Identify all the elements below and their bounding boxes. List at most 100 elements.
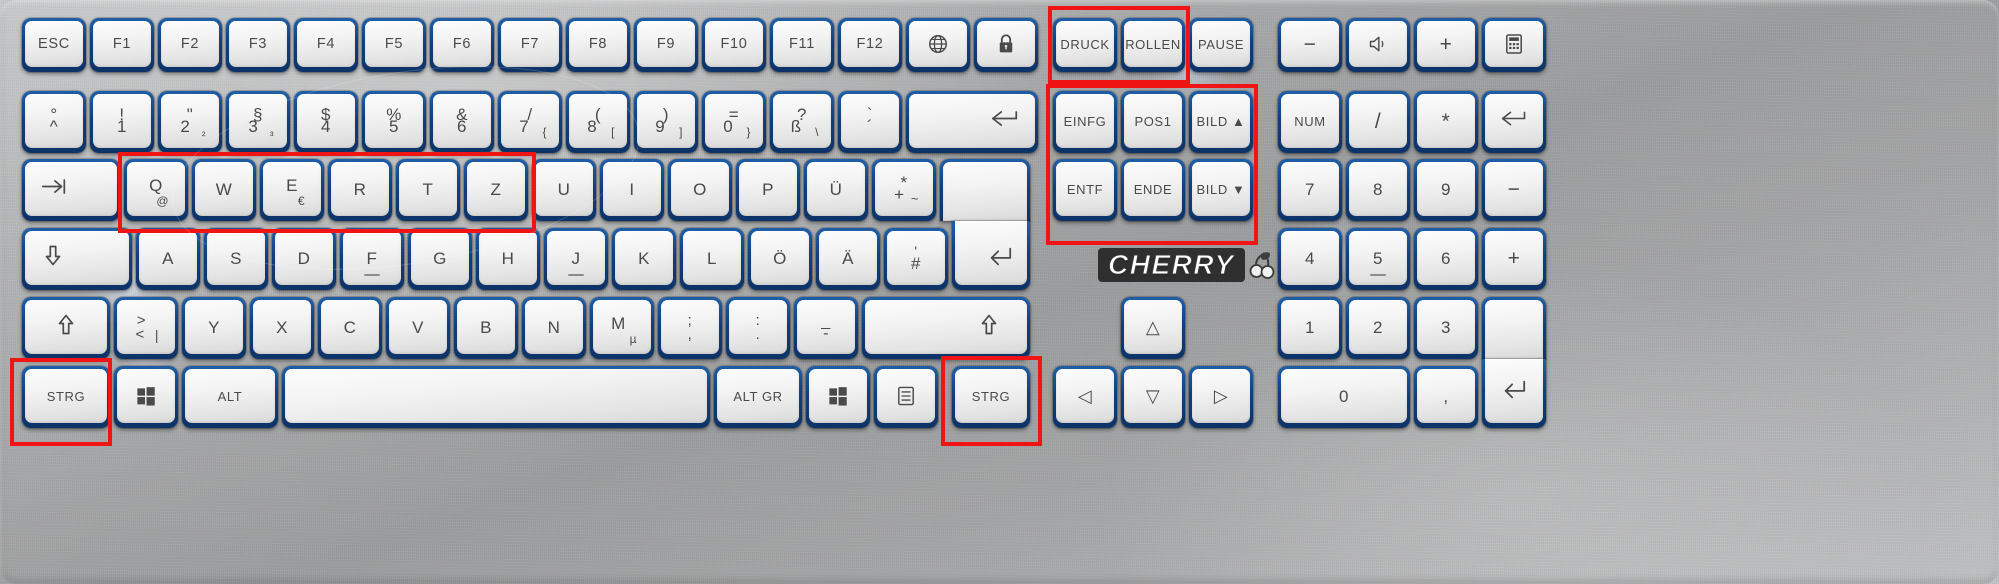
key-ende[interactable]: ENDE bbox=[1121, 159, 1185, 221]
key-arrow-down[interactable]: ▽ bbox=[1121, 366, 1185, 428]
key-f1[interactable]: F1 bbox=[90, 18, 154, 72]
key-numpad-0[interactable]: 0 bbox=[1278, 366, 1410, 428]
key-comma[interactable]: ;, bbox=[658, 297, 722, 359]
key-ouml[interactable]: Ö bbox=[748, 228, 812, 290]
key-k[interactable]: K bbox=[612, 228, 676, 290]
key-y[interactable]: Y bbox=[182, 297, 246, 359]
key-mute[interactable] bbox=[1346, 18, 1410, 72]
key-arrow-right[interactable]: ▷ bbox=[1189, 366, 1253, 428]
key-d[interactable]: D bbox=[272, 228, 336, 290]
key-f10[interactable]: F10 bbox=[702, 18, 766, 72]
key-acute[interactable]: ` ´ bbox=[838, 91, 902, 153]
key-spacebar[interactable] bbox=[282, 366, 710, 428]
key-globe[interactable] bbox=[906, 18, 970, 72]
key-3[interactable]: § 3 ³ bbox=[226, 91, 290, 153]
key-a[interactable]: A bbox=[136, 228, 200, 290]
key-h[interactable]: H bbox=[476, 228, 540, 290]
key-arrow-left[interactable]: ◁ bbox=[1053, 366, 1117, 428]
key-l[interactable]: L bbox=[680, 228, 744, 290]
key-f7[interactable]: F7 bbox=[498, 18, 562, 72]
key-numpad-9[interactable]: 9 bbox=[1414, 159, 1478, 221]
key-j[interactable]: J bbox=[544, 228, 608, 290]
key-caps-lock[interactable] bbox=[22, 228, 132, 290]
key-backspace[interactable] bbox=[906, 91, 1038, 153]
key-period[interactable]: :. bbox=[726, 297, 790, 359]
key-numpad-plus-top[interactable]: + bbox=[1414, 18, 1478, 72]
key-6[interactable]: & 6 bbox=[430, 91, 494, 153]
key-x[interactable]: X bbox=[250, 297, 314, 359]
key-alt-gr[interactable]: ALT GR bbox=[714, 366, 802, 428]
key-windows-right[interactable] bbox=[806, 366, 870, 428]
key-minus[interactable]: _ - bbox=[794, 297, 858, 359]
key-f9[interactable]: F9 bbox=[634, 18, 698, 72]
key-alt-left[interactable]: ALT bbox=[182, 366, 278, 428]
key-hash[interactable]: ' # bbox=[884, 228, 948, 290]
key-numpad-multiply[interactable]: * bbox=[1414, 91, 1478, 153]
key-shift-right[interactable] bbox=[862, 297, 1030, 359]
key-rollen[interactable]: ROLLEN bbox=[1121, 18, 1185, 72]
key-f3[interactable]: F3 bbox=[226, 18, 290, 72]
key-b[interactable]: B bbox=[454, 297, 518, 359]
key-numpad-backspace[interactable] bbox=[1482, 91, 1546, 153]
key-t[interactable]: T bbox=[396, 159, 460, 221]
key-numpad-comma[interactable]: , bbox=[1414, 366, 1478, 428]
key-n[interactable]: N bbox=[522, 297, 586, 359]
key-f2[interactable]: F2 bbox=[158, 18, 222, 72]
key-bild-up[interactable]: BILD ▲ bbox=[1189, 91, 1253, 153]
key-menu[interactable] bbox=[874, 366, 938, 428]
key-5[interactable]: % 5 bbox=[362, 91, 426, 153]
key-entf[interactable]: ENTF bbox=[1053, 159, 1117, 221]
key-numpad-enter[interactable] bbox=[1482, 359, 1546, 428]
key-numpad-enter-top[interactable] bbox=[1482, 297, 1546, 359]
key-bild-down[interactable]: BILD ▼ bbox=[1189, 159, 1253, 221]
key-strg-left[interactable]: STRG bbox=[22, 366, 110, 428]
key-tab[interactable] bbox=[22, 159, 120, 221]
key-p[interactable]: P bbox=[736, 159, 800, 221]
key-s[interactable]: S bbox=[204, 228, 268, 290]
key-numpad-3[interactable]: 3 bbox=[1414, 297, 1478, 359]
key-arrow-up[interactable]: △ bbox=[1121, 297, 1185, 359]
key-f11[interactable]: F11 bbox=[770, 18, 834, 72]
key-z[interactable]: Z bbox=[464, 159, 528, 221]
key-9[interactable]: ) 9] bbox=[634, 91, 698, 153]
key-i[interactable]: I bbox=[600, 159, 664, 221]
key-7[interactable]: /7{ bbox=[498, 91, 562, 153]
key-4[interactable]: $4 bbox=[294, 91, 358, 153]
key-enter-top[interactable] bbox=[940, 159, 1030, 221]
key-c[interactable]: C bbox=[318, 297, 382, 359]
key-m[interactable]: Mµ bbox=[590, 297, 654, 359]
key-plus[interactable]: * + ~ bbox=[872, 159, 936, 221]
key-numpad-7[interactable]: 7 bbox=[1278, 159, 1342, 221]
key-einfg[interactable]: EINFG bbox=[1053, 91, 1117, 153]
key-numpad-divide[interactable]: / bbox=[1346, 91, 1410, 153]
key-less-greater[interactable]: > < | bbox=[114, 297, 178, 359]
key-eszett[interactable]: ? ß \ bbox=[770, 91, 834, 153]
key-0[interactable]: = 0} bbox=[702, 91, 766, 153]
key-r[interactable]: R bbox=[328, 159, 392, 221]
key-numpad-6[interactable]: 6 bbox=[1414, 228, 1478, 290]
key-1[interactable]: ! 1 bbox=[90, 91, 154, 153]
key-w[interactable]: W bbox=[192, 159, 256, 221]
key-windows-left[interactable] bbox=[114, 366, 178, 428]
key-shift-left[interactable] bbox=[22, 297, 110, 359]
key-f4[interactable]: F4 bbox=[294, 18, 358, 72]
key-e[interactable]: E € bbox=[260, 159, 324, 221]
key-v[interactable]: V bbox=[386, 297, 450, 359]
key-f12[interactable]: F12 bbox=[838, 18, 902, 72]
key-lock[interactable] bbox=[974, 18, 1038, 72]
key-2[interactable]: " 2 ² bbox=[158, 91, 222, 153]
key-druck[interactable]: DRUCK bbox=[1053, 18, 1117, 72]
key-numpad-5[interactable]: 5 bbox=[1346, 228, 1410, 290]
key-esc[interactable]: ESC bbox=[22, 18, 86, 72]
key-f5[interactable]: F5 bbox=[362, 18, 426, 72]
key-calculator[interactable] bbox=[1482, 18, 1546, 72]
key-numpad-1[interactable]: 1 bbox=[1278, 297, 1342, 359]
key-numpad-minus-top[interactable]: − bbox=[1278, 18, 1342, 72]
key-g[interactable]: G bbox=[408, 228, 472, 290]
key-numpad-4[interactable]: 4 bbox=[1278, 228, 1342, 290]
key-numpad-plus[interactable]: + bbox=[1482, 228, 1546, 290]
key-q[interactable]: Q @ bbox=[124, 159, 188, 221]
key-o[interactable]: O bbox=[668, 159, 732, 221]
key-8[interactable]: (8[ bbox=[566, 91, 630, 153]
key-pause[interactable]: PAUSE bbox=[1189, 18, 1253, 72]
